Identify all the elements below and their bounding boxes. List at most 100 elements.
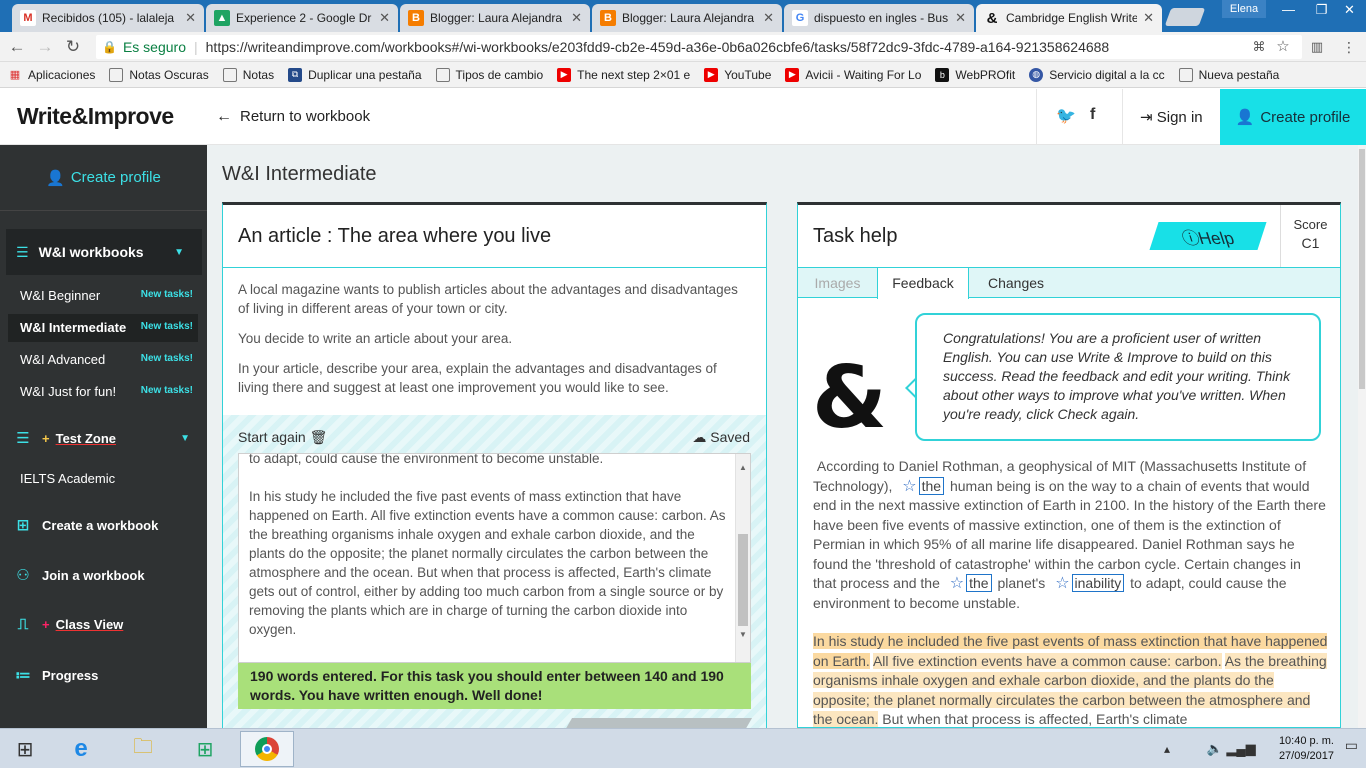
- sidebar-create-workbook[interactable]: ⊞ Create a workbook: [14, 516, 159, 534]
- sidebar-item-beginner[interactable]: W&I Beginner New tasks!: [20, 288, 195, 303]
- return-to-workbook-link[interactable]: ← Return to workbook: [216, 108, 370, 126]
- answer-text-top: to adapt, could cause the environment to…: [249, 453, 604, 466]
- close-icon[interactable]: ✕: [379, 10, 390, 26]
- profile-name[interactable]: Elena: [1222, 0, 1266, 18]
- flagged-word[interactable]: the: [966, 574, 992, 592]
- apps-grid-icon: ▦: [9, 69, 21, 81]
- notifications-icon[interactable]: ▭: [1345, 737, 1358, 754]
- user-icon: 👤: [1235, 109, 1255, 126]
- new-tab-button[interactable]: [1164, 8, 1206, 26]
- list-icon: ☰: [16, 430, 30, 447]
- score-label: Score: [1293, 217, 1328, 232]
- flagged-word[interactable]: inability: [1071, 574, 1125, 592]
- sidebar-create-profile[interactable]: 👤 Create profile: [0, 145, 207, 211]
- browser-tab[interactable]: G dispuesto en ingles - Bus ✕: [784, 4, 974, 32]
- bookmark[interactable]: ⧉ Duplicar una pestaña: [288, 67, 422, 82]
- sidebar-item-intermediate[interactable]: W&I Intermediate New tasks!: [20, 320, 195, 335]
- back-icon[interactable]: ←: [8, 38, 26, 56]
- reload-icon[interactable]: ↻: [64, 38, 82, 56]
- facebook-icon[interactable]: f: [1090, 106, 1095, 124]
- bookmark[interactable]: ▶ The next step 2×01 e: [557, 67, 690, 82]
- plus-icon: +: [42, 430, 50, 446]
- browser-tab[interactable]: ▲ Experience 2 - Google Dr ✕: [206, 4, 398, 32]
- sidebar-item-ielts[interactable]: IELTS Academic: [20, 471, 195, 486]
- tab-images[interactable]: Images: [798, 268, 877, 298]
- close-icon[interactable]: ✕: [1143, 10, 1154, 26]
- url-input[interactable]: 🔒 Es seguro | https://writeandimprove.co…: [96, 35, 1302, 59]
- highlighted-sentence[interactable]: All five extinction events have a common…: [872, 652, 1222, 669]
- bookmark[interactable]: Notas Oscuras: [109, 67, 209, 82]
- close-icon[interactable]: ✕: [955, 10, 966, 26]
- bookmark[interactable]: ▶ YouTube: [704, 67, 771, 82]
- browser-tab[interactable]: M Recibidos (105) - lalaleja ✕: [12, 4, 204, 32]
- answer-textarea[interactable]: to adapt, could cause the environment to…: [238, 453, 751, 663]
- star-bookmark-icon[interactable]: ☆: [1274, 38, 1292, 56]
- scrollbar-thumb[interactable]: [1359, 149, 1365, 389]
- close-icon[interactable]: ✕: [763, 10, 774, 26]
- show-hidden-icon[interactable]: ▴: [1150, 733, 1184, 765]
- bookmark[interactable]: Notas: [222, 67, 274, 82]
- start-again-button[interactable]: Start again 🗑: [238, 429, 327, 446]
- sidebar-join-workbook[interactable]: ⚇ Join a workbook: [14, 566, 144, 584]
- close-icon[interactable]: ✕: [185, 10, 196, 26]
- word-count-message: 190 words entered. For this task you sho…: [238, 663, 751, 709]
- windows-start-icon[interactable]: ⊞: [8, 733, 42, 765]
- extension-icon[interactable]: ▥: [1308, 38, 1326, 56]
- forward-icon[interactable]: →: [36, 38, 54, 56]
- bookmark[interactable]: Nueva pestaña: [1178, 67, 1279, 82]
- chrome-icon[interactable]: [240, 731, 294, 767]
- scroll-down-icon[interactable]: ▼: [739, 625, 747, 644]
- address-bar-row: ← → ↻ 🔒 Es seguro | https://writeandimpr…: [0, 32, 1366, 62]
- scrollbar-thumb[interactable]: [738, 534, 748, 626]
- site-header: Write&Improve ← Return to workbook 🐦 f ⇥ …: [0, 89, 1366, 145]
- drive-icon: ▲: [214, 10, 230, 26]
- file-explorer-icon[interactable]: 🗀: [126, 733, 160, 765]
- translate-icon[interactable]: ⌘: [1250, 38, 1268, 56]
- divider: [1122, 89, 1123, 145]
- sidebar-item-just-for-fun[interactable]: W&I Just for fun! New tasks!: [20, 384, 195, 399]
- add-doc-icon: ⊞: [16, 517, 30, 534]
- score-box: Score C1: [1280, 205, 1340, 267]
- minimize-icon[interactable]: —: [1272, 0, 1305, 20]
- saved-status: ☁ Saved: [692, 429, 750, 445]
- bookmark-apps[interactable]: ▦ Aplicaciones: [8, 68, 96, 82]
- sidebar-class-view[interactable]: ⎍ + Class View: [14, 616, 124, 633]
- task-title: An article : The area where you live: [238, 225, 552, 247]
- close-icon[interactable]: ✕: [571, 10, 582, 26]
- help-button[interactable]: ⓘ Help: [1149, 222, 1267, 250]
- close-window-icon[interactable]: ✕: [1333, 0, 1366, 20]
- sidebar-test-zone[interactable]: ☰ + Test Zone ▼: [14, 429, 194, 447]
- internet-explorer-icon[interactable]: e: [64, 733, 98, 765]
- secure-label: Es seguro: [122, 39, 186, 55]
- tab-feedback[interactable]: Feedback: [877, 268, 969, 299]
- site-logo[interactable]: Write&Improve: [17, 103, 174, 130]
- sign-in-link[interactable]: ⇥ Sign in: [1140, 108, 1203, 126]
- star-icon[interactable]: ☆: [1055, 575, 1069, 592]
- tab-changes[interactable]: Changes: [969, 268, 1063, 298]
- bookmark[interactable]: b WebPROfit: [935, 67, 1015, 82]
- store-icon[interactable]: ⊞: [188, 733, 222, 765]
- browser-tab[interactable]: B Blogger: Laura Alejandra ✕: [400, 4, 590, 32]
- browser-tab-active[interactable]: & Cambridge English Write ✕: [976, 4, 1162, 32]
- plus-icon: +: [42, 617, 50, 632]
- star-icon[interactable]: ☆: [950, 575, 964, 592]
- twitter-icon[interactable]: 🐦: [1056, 106, 1076, 126]
- flagged-word[interactable]: the: [918, 476, 945, 495]
- sidebar-progress[interactable]: ≔ Progress: [14, 666, 98, 684]
- bookmark[interactable]: ◍ Servicio digital a la cc: [1029, 67, 1165, 82]
- page-scrollbar[interactable]: [1358, 145, 1366, 728]
- bookmark[interactable]: Tipos de cambio: [435, 67, 543, 82]
- textarea-scrollbar[interactable]: ▲ ▼: [735, 454, 750, 662]
- clock[interactable]: 10:40 p. m. 27/09/2017: [1279, 734, 1334, 764]
- browser-tab[interactable]: B Blogger: Laura Alejandra ✕: [592, 4, 782, 32]
- globe-icon: ◍: [1029, 67, 1044, 82]
- scroll-up-icon[interactable]: ▲: [736, 458, 750, 477]
- network-icon[interactable]: ▂▄▆: [1224, 733, 1258, 765]
- bookmark[interactable]: ▶ Avicii - Waiting For Lo: [785, 67, 921, 82]
- score-value: C1: [1301, 235, 1320, 251]
- sidebar-item-advanced[interactable]: W&I Advanced New tasks!: [20, 352, 195, 367]
- star-icon[interactable]: ☆: [902, 478, 916, 495]
- menu-icon[interactable]: ⋮: [1340, 38, 1358, 56]
- sidebar-workbooks-menu[interactable]: ☰ W&I workbooks ▼: [6, 229, 202, 275]
- create-profile-button[interactable]: 👤 Create profile: [1220, 89, 1366, 145]
